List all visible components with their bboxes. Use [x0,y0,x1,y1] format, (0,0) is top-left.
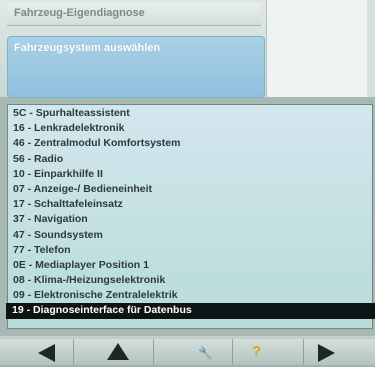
diagnosis-screen: Fahrzeug-Eigendiagnose Fahrzeugsystem au… [0,0,375,367]
help-button[interactable] [233,339,304,365]
system-list-item[interactable]: 17 - Schalttafeleinsatz [7,197,371,212]
system-list-item[interactable]: 46 - Zentralmodul Komfortsystem [7,136,371,151]
system-list-item[interactable]: 47 - Soundsystem [7,228,371,243]
system-list-item[interactable]: 08 - Klima-/Heizungselektronik [7,273,371,288]
tools-button[interactable] [154,339,233,365]
system-list-item[interactable]: 5C - Spurhalteassistent [7,106,371,121]
system-list-item[interactable]: 0E - Mediaplayer Position 1 [7,258,371,273]
system-list-item[interactable]: 56 - Radio [7,152,371,167]
system-list: 5C - Spurhalteassistent 16 - Lenkradelekt… [6,106,375,319]
system-list-item[interactable]: 19 - Diagnoseinterface für Datenbus [6,303,375,319]
page-title: Fahrzeug-Eigendiagnose [14,7,145,19]
triangle-left-icon [38,344,55,362]
system-list-item[interactable]: 37 - Navigation [7,212,371,227]
system-list-item[interactable]: 16 - Lenkradelektronik [7,121,371,136]
system-list-item[interactable]: 10 - Einparkhilfe II [7,167,371,182]
triangle-right-icon [318,344,335,362]
question-icon: ? [252,343,262,360]
info-area [266,0,375,97]
scroll-strip [367,0,375,97]
forward-button[interactable] [304,339,375,365]
system-list-item[interactable]: 09 - Elektronische Zentralelektrik [7,288,371,303]
back-button[interactable] [0,339,74,365]
system-list-item[interactable]: 77 - Telefon [7,243,371,258]
system-list-item[interactable]: 07 - Anzeige-/ Bedieneinheit [7,182,371,197]
section-title: Fahrzeugsystem auswählen [14,42,161,54]
triangle-up-icon [107,343,129,360]
wrench-icon: 🔧 [198,346,213,360]
